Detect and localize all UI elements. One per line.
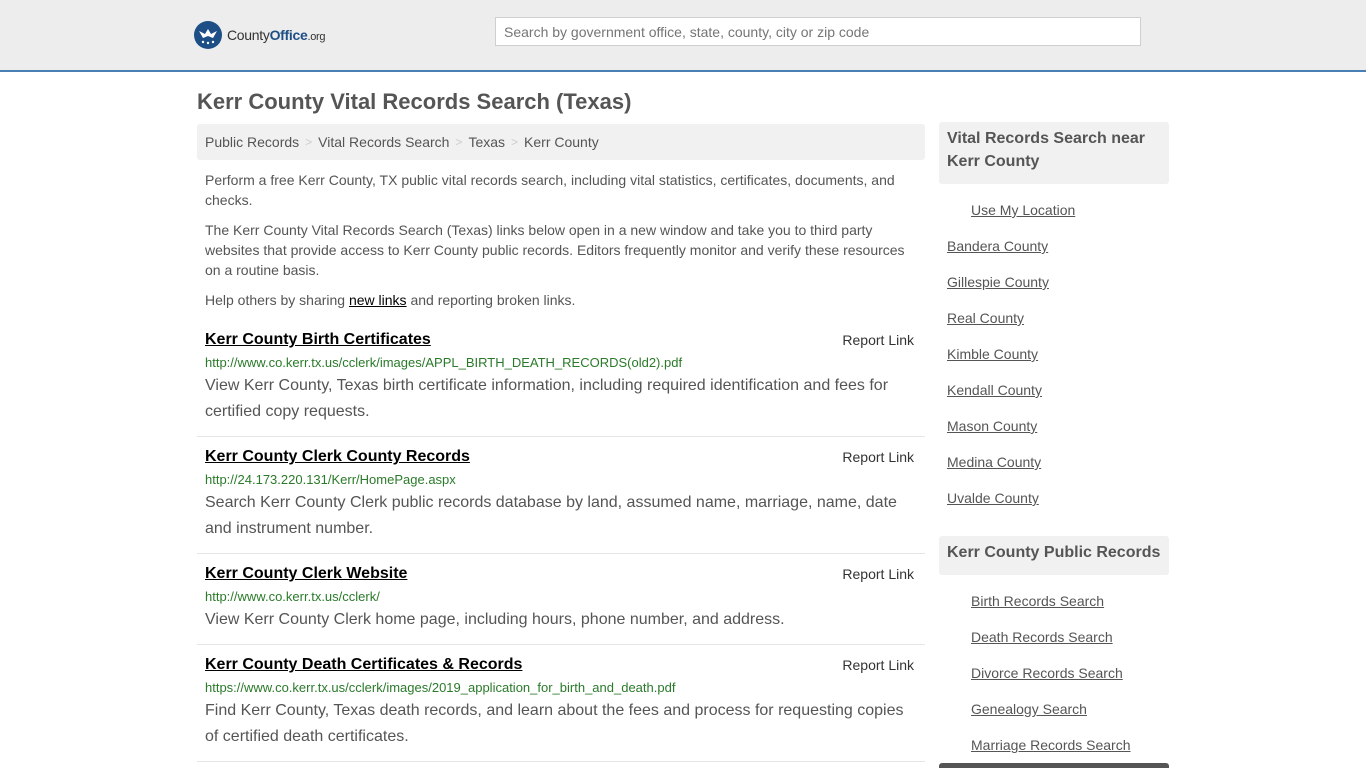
intro-share: Help others by sharing new links and rep… xyxy=(205,292,576,308)
report-link-button[interactable]: Report Link xyxy=(842,566,914,582)
result-url: https://www.co.kerr.tx.us/cclerk/images/… xyxy=(205,680,676,695)
result-title-link[interactable]: Kerr County Clerk Website xyxy=(205,564,917,584)
result-item: Kerr County Clerk Website Report Link ht… xyxy=(197,564,925,645)
result-title-link[interactable]: Kerr County Birth Certificates xyxy=(205,330,917,350)
sidebar-item-bandera[interactable]: Bandera County xyxy=(947,238,1048,254)
result-description: Search Kerr County Clerk public records … xyxy=(205,494,897,537)
breadcrumb-separator-icon: > xyxy=(305,135,313,149)
breadcrumb-kerr-county[interactable]: Kerr County xyxy=(524,134,599,150)
breadcrumb-texas[interactable]: Texas xyxy=(468,134,505,150)
result-url: http://24.173.220.131/Kerr/HomePage.aspx xyxy=(205,472,456,487)
site-header: CountyOffice.org xyxy=(0,0,1366,72)
sidebar-item-kimble[interactable]: Kimble County xyxy=(947,346,1038,362)
sidebar-nearby-heading: Vital Records Search near Kerr County xyxy=(939,122,1169,184)
sidebar-item-mason[interactable]: Mason County xyxy=(947,418,1037,434)
breadcrumb: Public Records > Vital Records Search > … xyxy=(197,124,925,160)
sidebar-item-medina[interactable]: Medina County xyxy=(947,454,1041,470)
report-link-button[interactable]: Report Link xyxy=(842,449,914,465)
sidebar-item-marriage-records[interactable]: Marriage Records Search xyxy=(971,737,1131,753)
result-item: Kerr County Clerk County Records Report … xyxy=(197,447,925,554)
sidebar-item-kendall[interactable]: Kendall County xyxy=(947,382,1042,398)
sidebar-item-uvalde[interactable]: Uvalde County xyxy=(947,490,1039,506)
page-title: Kerr County Vital Records Search (Texas) xyxy=(197,89,632,114)
breadcrumb-separator-icon: > xyxy=(455,135,463,149)
new-links-link[interactable]: new links xyxy=(349,292,407,308)
result-title-link[interactable]: Kerr County Clerk County Records xyxy=(205,447,917,467)
intro-paragraph: Perform a free Kerr County, TX public vi… xyxy=(205,172,895,208)
sidebar-next-section xyxy=(939,763,1169,768)
result-item: Kerr County Birth Certificates Report Li… xyxy=(197,330,925,437)
logo-text: CountyOffice.org xyxy=(227,27,326,43)
site-logo[interactable]: CountyOffice.org xyxy=(194,21,326,49)
intro-disclaimer: The Kerr County Vital Records Search (Te… xyxy=(205,222,905,278)
breadcrumb-public-records[interactable]: Public Records xyxy=(205,134,299,150)
result-url: http://www.co.kerr.tx.us/cclerk/images/A… xyxy=(205,355,683,370)
result-description: View Kerr County Clerk home page, includ… xyxy=(205,611,785,628)
sidebar-public-records-heading: Kerr County Public Records xyxy=(939,536,1169,575)
sidebar-item-real[interactable]: Real County xyxy=(947,310,1024,326)
breadcrumb-vital-records[interactable]: Vital Records Search xyxy=(318,134,449,150)
report-link-button[interactable]: Report Link xyxy=(842,657,914,673)
sidebar-item-gillespie[interactable]: Gillespie County xyxy=(947,274,1049,290)
result-description: Find Kerr County, Texas death records, a… xyxy=(205,702,904,745)
sidebar-item-death-records[interactable]: Death Records Search xyxy=(971,629,1113,645)
use-my-location-link[interactable]: Use My Location xyxy=(971,202,1075,218)
report-link-button[interactable]: Report Link xyxy=(842,332,914,348)
eagle-logo-icon xyxy=(194,21,222,49)
result-url: http://www.co.kerr.tx.us/cclerk/ xyxy=(205,589,380,604)
sidebar-item-genealogy[interactable]: Genealogy Search xyxy=(971,701,1087,717)
result-title-link[interactable]: Kerr County Death Certificates & Records xyxy=(205,655,917,675)
breadcrumb-separator-icon: > xyxy=(511,135,519,149)
result-description: View Kerr County, Texas birth certificat… xyxy=(205,377,889,420)
search-input[interactable] xyxy=(495,17,1141,46)
result-item: Kerr County Death Certificates & Records… xyxy=(197,655,925,762)
sidebar-item-birth-records[interactable]: Birth Records Search xyxy=(971,593,1104,609)
sidebar-item-divorce-records[interactable]: Divorce Records Search xyxy=(971,665,1123,681)
